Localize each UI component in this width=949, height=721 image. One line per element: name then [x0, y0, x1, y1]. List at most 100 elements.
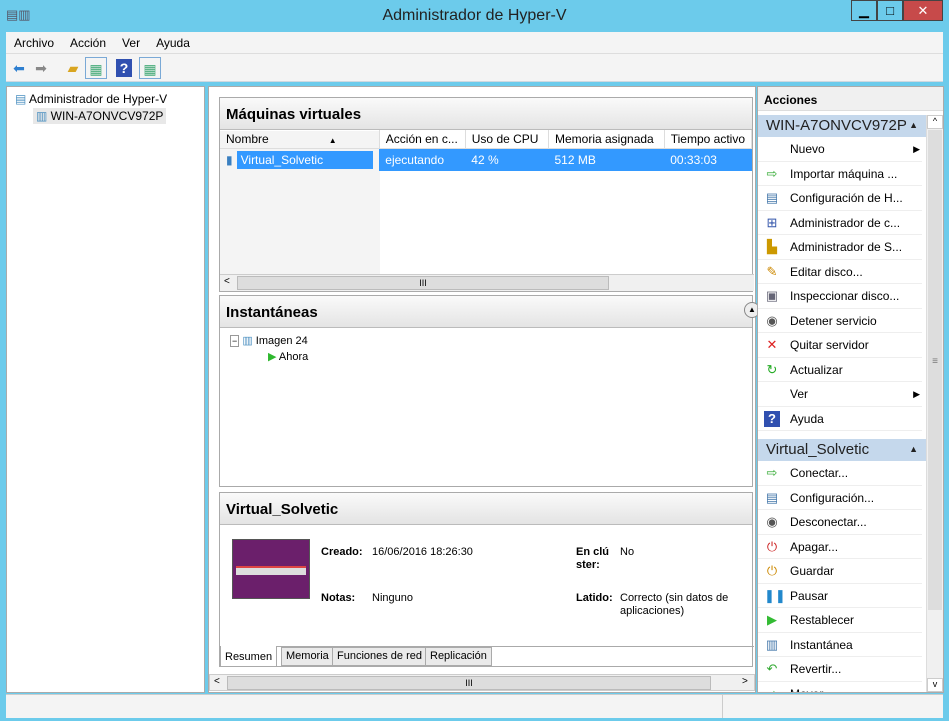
column-header-memory[interactable]: Memoria asignada — [548, 130, 665, 149]
action-label: Importar máquina ... — [790, 166, 898, 181]
action-item[interactable]: ⇨ Importar máquina ... — [758, 162, 922, 186]
actions-title: Acciones — [758, 87, 943, 111]
action-item[interactable]: ↻ Actualizar — [758, 358, 922, 382]
column-header-cpu[interactable]: Uso de CPU — [465, 130, 550, 149]
action-item[interactable]: ⏻ Apagar... — [758, 535, 922, 559]
action-item[interactable]: ↶ Revertir... — [758, 657, 922, 682]
scroll-thumb[interactable]: III — [227, 676, 711, 690]
vm-actions-header[interactable]: Virtual_Solvetic ▲ — [758, 439, 926, 461]
action-label: Restablecer — [790, 613, 855, 627]
actions-vertical-scrollbar[interactable]: ^ ≡ v — [926, 115, 943, 692]
help-icon: ? — [764, 410, 780, 427]
notes-label: Notas: — [321, 592, 356, 604]
toolbar: ⬅ ➡ ▰ ▦ ? ▦ — [6, 54, 943, 82]
action-item[interactable]: ◉ Detener servicio — [758, 309, 922, 333]
status-bar — [6, 694, 943, 718]
action-label: Nuevo — [790, 142, 825, 156]
vm-name: Virtual_Solvetic — [236, 151, 373, 169]
action-item[interactable]: Nuevo ▶ — [758, 137, 922, 162]
action-item[interactable]: ❚❚ Pausar — [758, 584, 922, 608]
action-label: Ayuda — [790, 411, 824, 426]
tree-root[interactable]: ▤ Administrador de Hyper-V — [15, 92, 167, 106]
vm-thumbnail[interactable] — [232, 539, 310, 599]
heartbeat-value: Correcto (sin datos de aplicaciones) — [620, 592, 729, 617]
action-item[interactable]: ▤ Configuración... — [758, 486, 922, 510]
action-label: Ver — [790, 387, 809, 401]
action-label: Revertir... — [790, 662, 842, 676]
window-title: Administrador de Hyper-V — [382, 7, 567, 24]
minimize-button[interactable]: ▁ — [851, 0, 877, 21]
snapshot-icon: ▥ — [239, 335, 253, 347]
action-item[interactable]: ▤ Configuración de H... — [758, 186, 922, 211]
show-hide-tree-icon[interactable]: ▦ — [85, 57, 107, 79]
created-value: 16/06/2016 18:26:30 — [372, 546, 473, 558]
server-actions-header[interactable]: WIN-A7ONVCV972P ▲ — [758, 115, 926, 137]
action-item[interactable]: ▶ Restablecer — [758, 608, 922, 633]
column-header-uptime[interactable]: Tiempo activo — [664, 130, 753, 149]
action-label: Conectar... — [790, 466, 849, 480]
tab-replicacion[interactable]: Replicación — [425, 647, 492, 666]
scroll-thumb[interactable]: ≡ — [928, 130, 942, 610]
pause-icon: ❚❚ — [764, 587, 786, 603]
action-item[interactable]: ✕ Quitar servidor — [758, 333, 922, 358]
action-item[interactable]: ⊞ Administrador de c... — [758, 211, 922, 235]
action-item[interactable]: ⇨ Conectar... — [758, 461, 922, 486]
table-row[interactable]: ▮ Virtual_Solvetic ejecutando 42 % 512 MB… — [220, 148, 752, 171]
tab-funciones-de-red[interactable]: Funciones de red — [332, 647, 427, 666]
tree-server-label: WIN-A7ONVCV972P — [50, 109, 164, 123]
action-item[interactable]: ▙ Administrador de S... — [758, 235, 922, 260]
action-item[interactable]: ? Ayuda — [758, 407, 922, 431]
help-icon[interactable]: ? — [116, 59, 132, 77]
action-item[interactable]: ▣ Inspeccionar disco... — [758, 284, 922, 309]
snapshot-icon: ▥ — [765, 636, 779, 652]
up-folder-icon[interactable]: ▰ — [62, 57, 84, 79]
reset-icon: ▶ — [767, 612, 777, 627]
scroll-right-icon[interactable]: > — [742, 676, 748, 687]
scroll-left-icon[interactable]: < — [214, 676, 220, 687]
horizontal-scrollbar[interactable]: < III — [220, 274, 754, 291]
refresh-icon: ↻ — [766, 361, 778, 377]
menu-accion[interactable]: Acción — [62, 32, 114, 54]
action-label: Detener servicio — [790, 313, 877, 328]
action-item[interactable]: ⇨ Mover... — [758, 682, 922, 693]
section-title: WIN-A7ONVCV972P — [766, 117, 907, 134]
action-label: Administrador de c... — [790, 215, 901, 230]
snapshot-tree-item[interactable]: − ▥ Imagen 24 — [230, 334, 308, 347]
close-button[interactable]: ✕ — [903, 0, 943, 21]
import-icon: ⇨ — [766, 165, 778, 181]
action-item[interactable]: ▥ Instantánea — [758, 633, 922, 657]
action-item[interactable]: Ver ▶ — [758, 382, 922, 407]
center-horizontal-scrollbar[interactable]: < III > — [209, 674, 755, 691]
column-header-state[interactable]: Acción en c... — [379, 130, 466, 149]
column-header-name[interactable]: Nombre ▲ — [220, 130, 380, 149]
revert-icon: ↶ — [766, 661, 778, 676]
center-pane: Máquinas virtuales Nombre ▲ Acción en c..… — [208, 86, 760, 693]
tab-memoria[interactable]: Memoria — [281, 647, 334, 666]
scroll-up-icon[interactable]: ^ — [927, 115, 943, 129]
cluster-label: En clúster: — [576, 546, 610, 571]
scroll-left-icon[interactable]: < — [224, 276, 230, 287]
menu-archivo[interactable]: Archivo — [6, 32, 62, 54]
action-label: Mover... — [790, 687, 833, 693]
collapse-up-icon[interactable]: ▲ — [909, 444, 918, 454]
panel-title: Instantáneas — [220, 296, 752, 328]
sort-ascending-icon: ▲ — [328, 136, 337, 145]
action-item[interactable]: ✎ Editar disco... — [758, 260, 922, 284]
back-arrow-icon[interactable]: ⬅ — [8, 57, 30, 79]
collapse-up-icon[interactable]: ▲ — [909, 120, 918, 130]
action-item[interactable]: ◉ Desconectar... — [758, 510, 922, 535]
vm-table: Nombre ▲ Acción en c... Uso de CPU Memori… — [220, 130, 753, 171]
menu-ayuda[interactable]: Ayuda — [148, 32, 198, 54]
menu-ver[interactable]: Ver — [114, 32, 148, 54]
tab-resumen[interactable]: Resumen — [220, 646, 278, 667]
snapshot-now-item[interactable]: ▶ Ahora — [268, 350, 308, 363]
scroll-down-icon[interactable]: v — [927, 678, 943, 692]
submenu-arrow-icon: ▶ — [913, 144, 920, 154]
show-hide-action-pane-icon[interactable]: ▦ — [139, 57, 161, 79]
action-item[interactable]: ⏻ Guardar — [758, 559, 922, 584]
expand-collapse-icon[interactable]: − — [230, 335, 240, 347]
maximize-button[interactable]: □ — [877, 0, 903, 21]
tree-server-node[interactable]: ▥ WIN-A7ONVCV972P — [33, 108, 167, 124]
scroll-thumb[interactable]: III — [237, 276, 609, 290]
forward-arrow-icon[interactable]: ➡ — [30, 57, 52, 79]
